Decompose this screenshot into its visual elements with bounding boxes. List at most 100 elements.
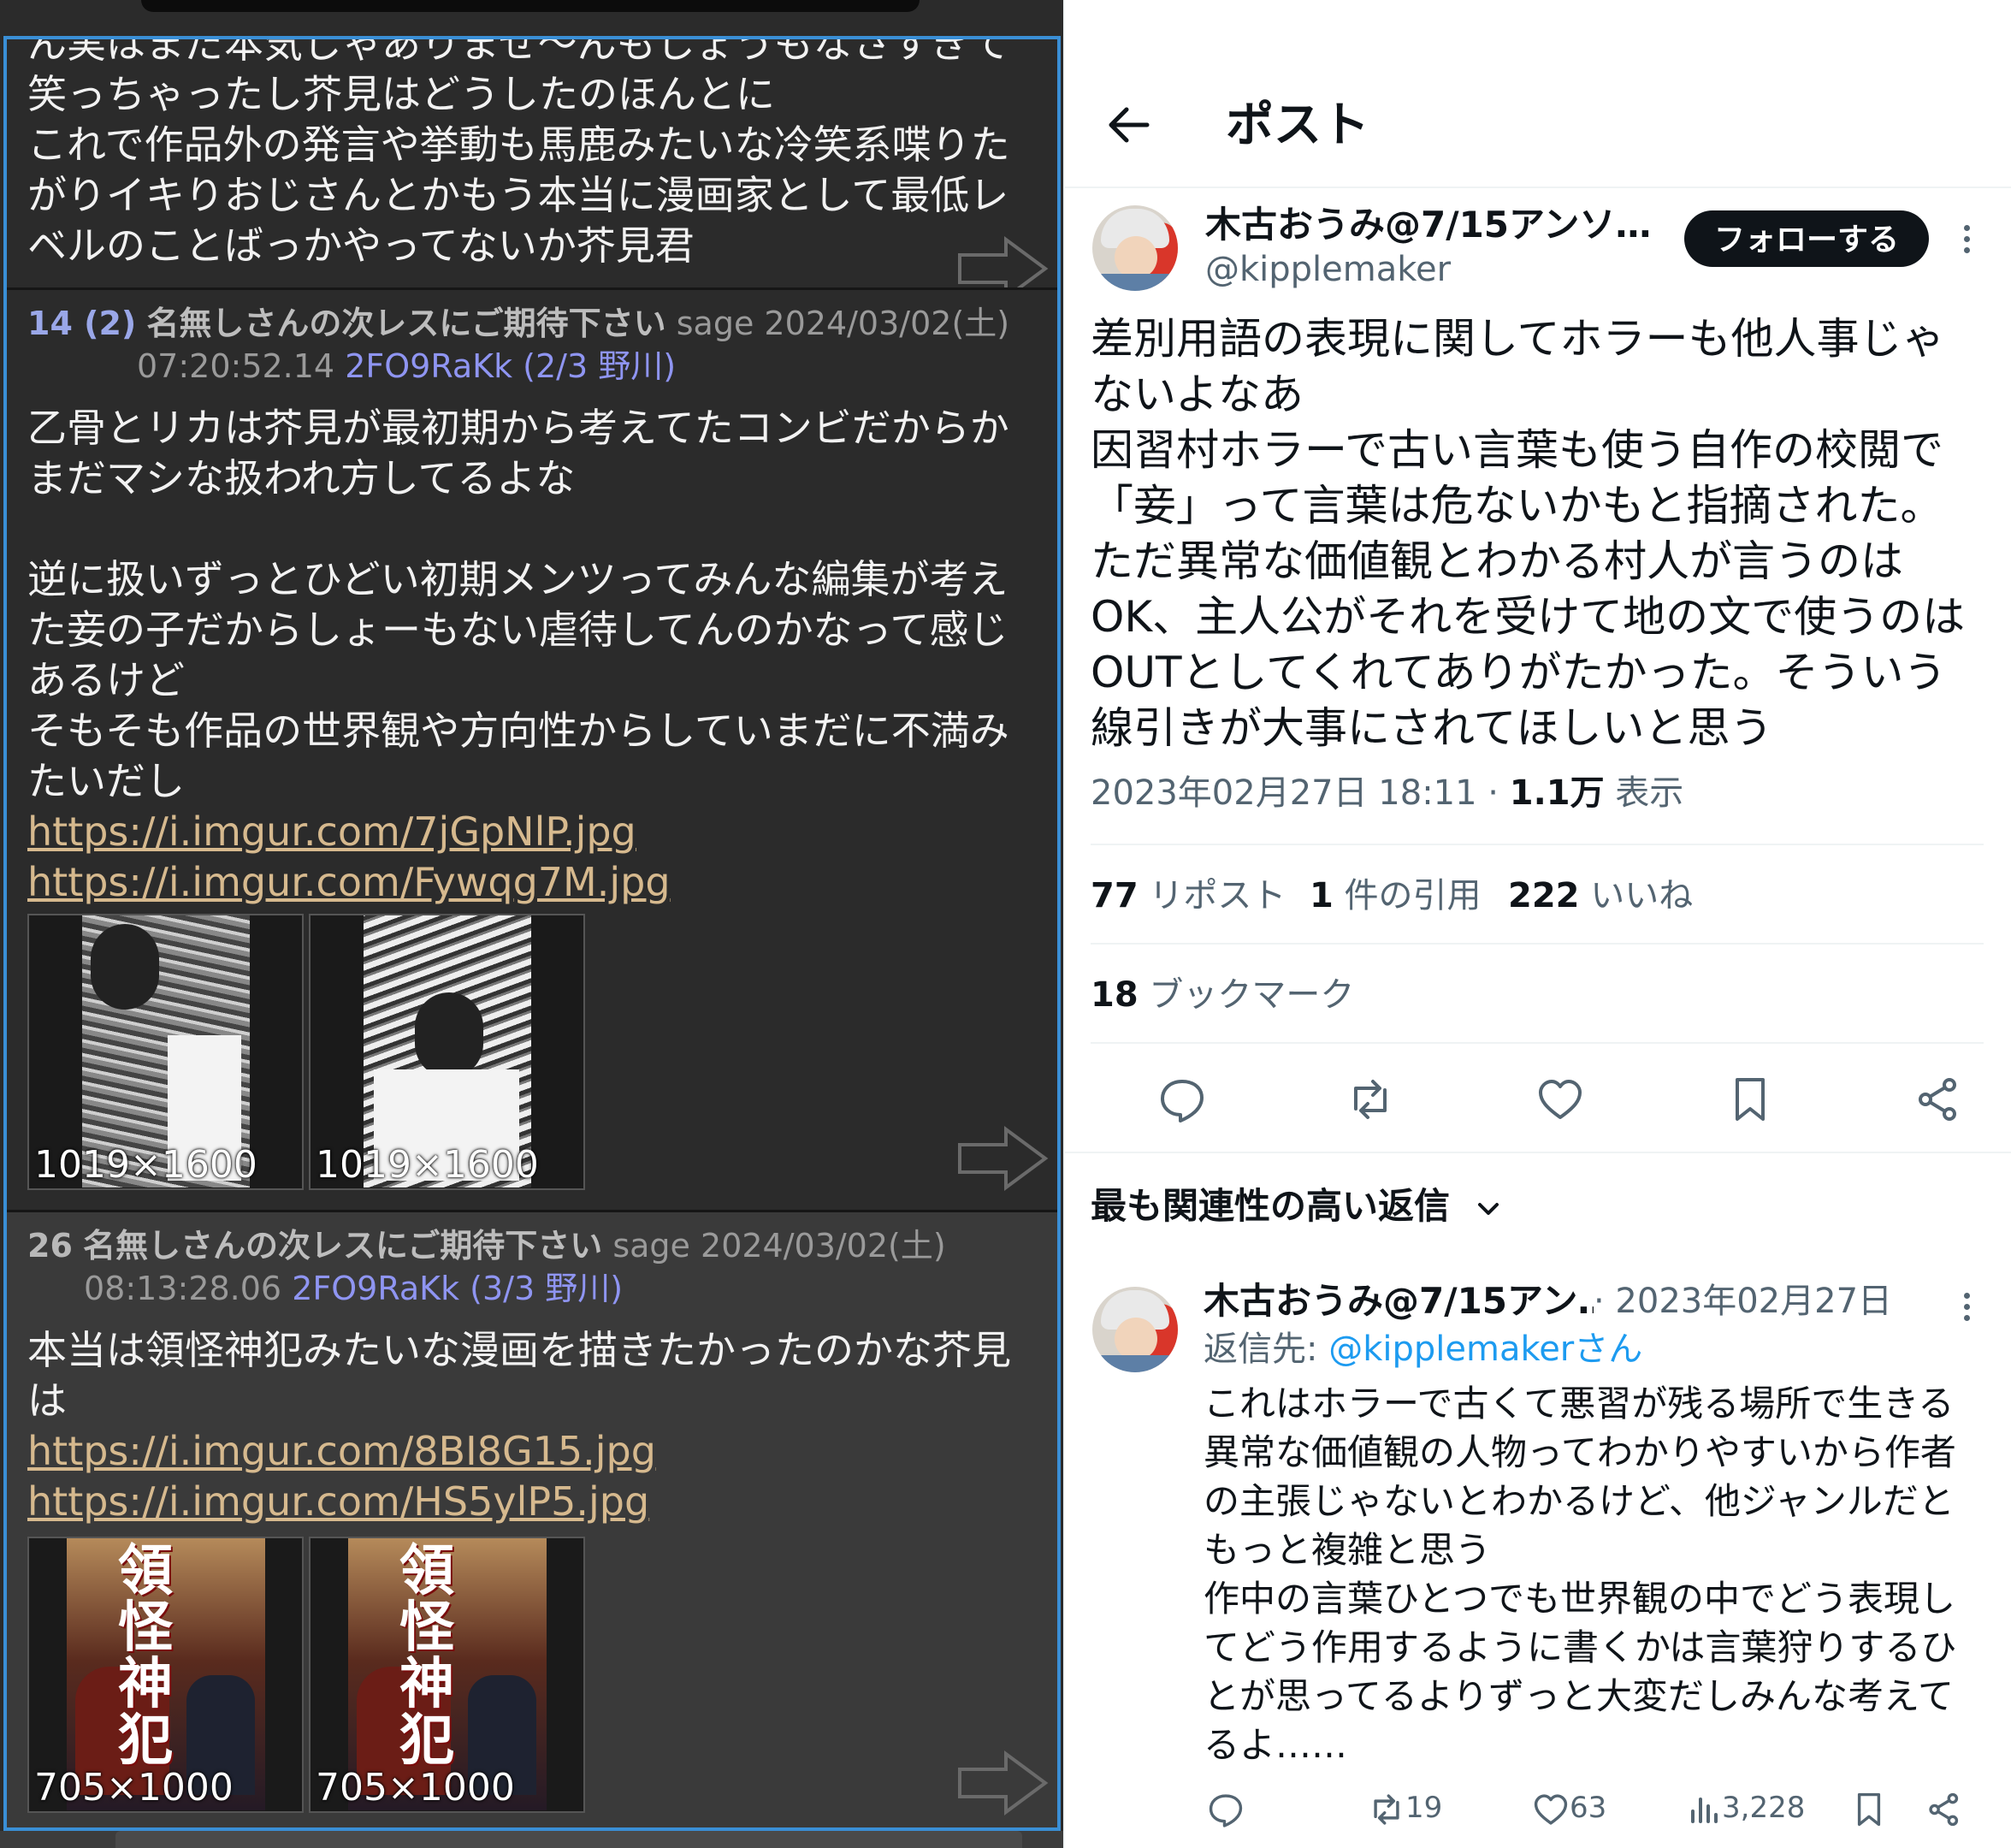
post-body: 乙骨とリカは芥見が最初期から考えてたコンビだからかまだマシな扱われ方してるよな … xyxy=(27,405,1009,804)
post-date: 2024/03/02(土) xyxy=(701,1227,946,1265)
image-link[interactable]: https://i.imgur.com/HS5ylP5.jpg xyxy=(27,1477,1037,1527)
tweet-timestamp[interactable]: 2023年02月27日 18:11 · xyxy=(1091,773,1510,813)
image-link[interactable]: https://i.imgur.com/8BI8G15.jpg xyxy=(27,1426,1037,1477)
avatar[interactable] xyxy=(1092,205,1178,291)
post-body: 本当は領怪神犯みたいな漫画を描きたかったのかな芥見は xyxy=(27,1327,1011,1424)
image-size: 705×1000 xyxy=(316,1766,515,1810)
bookmark-icon[interactable] xyxy=(1725,1075,1775,1124)
share-icon xyxy=(1929,1792,1959,1826)
tweet-text: 差別用語の表現に関してホラーも他人事じゃないよなあ 因習村ホラーで古い言葉も使う… xyxy=(1091,314,1966,753)
repost-label: リポスト xyxy=(1138,876,1286,915)
bookmark-stat[interactable]: 18 ブックマーク xyxy=(1091,972,1354,1018)
image-size: 1019×1600 xyxy=(316,1143,539,1187)
post-author: 名無しさんの次レスにご期待下さい xyxy=(146,305,666,342)
reply-text: これはホラーで古くて悪習が残る場所で生きる異常な価値観の人物ってわかりやすいから… xyxy=(1204,1383,1957,1766)
reply-repost-button[interactable]: 19 xyxy=(1368,1786,1442,1829)
reply-views-button[interactable]: 3,228 xyxy=(1688,1786,1805,1829)
divider xyxy=(1063,1152,2011,1153)
repost-count: 77 xyxy=(1091,876,1139,915)
image-size: 1019×1600 xyxy=(34,1143,257,1187)
post-id[interactable]: 2FO9RaKk (2/3 野川) xyxy=(345,347,676,385)
follow-button[interactable]: フォローする xyxy=(1684,210,1929,267)
reply-date[interactable]: · 2023年02月27日 xyxy=(1594,1280,1892,1323)
bbs-viewer: ん実はまだ本気じゃありませ〜んもしょうもなさすぎて笑っちゃったし芥見はどうしたの… xyxy=(0,0,1063,1848)
reply-view-count: 3,228 xyxy=(1722,1791,1806,1825)
bottom-tab-strip xyxy=(0,1831,1063,1848)
reply-to-handle[interactable]: @kipplemakerさん xyxy=(1328,1330,1642,1369)
analytics-icon xyxy=(1691,1797,1718,1823)
sort-label: 最も関連性の高い返信 xyxy=(1091,1185,1451,1227)
repost-stat[interactable]: 77 リポスト xyxy=(1091,873,1286,919)
repost-icon[interactable] xyxy=(1346,1075,1395,1124)
reply-to-label: 返信先: xyxy=(1204,1330,1329,1369)
chevron-down-icon xyxy=(1477,1202,1499,1215)
avatar[interactable] xyxy=(1092,1287,1178,1372)
reply-reply-button[interactable] xyxy=(1207,1786,1245,1829)
back-arrow-icon[interactable] xyxy=(1104,101,1152,149)
handle[interactable]: @kipplemaker xyxy=(1205,248,1451,291)
display-name[interactable]: 木古おうみ@7/15アンソ… xyxy=(1205,202,1667,248)
repost-icon xyxy=(1374,1793,1399,1825)
reply-to: 返信先: @kipplemakerさん xyxy=(1204,1326,1642,1372)
like-label: いいね xyxy=(1579,876,1694,915)
thread-scroll-area[interactable]: ん実はまだ本気じゃありませ〜んもしょうもなさすぎて笑っちゃったし芥見はどうしたの… xyxy=(3,36,1061,1831)
post-mail: sage xyxy=(612,1227,690,1265)
reply-icon xyxy=(1209,1793,1243,1827)
reply-like-button[interactable]: 63 xyxy=(1532,1786,1606,1829)
more-options-icon[interactable] xyxy=(1961,222,1972,260)
post-id[interactable]: 2FO9RaKk (3/3 野川) xyxy=(292,1270,623,1307)
image-thumbnail[interactable]: 領怪神犯 705×1000 xyxy=(27,1537,304,1813)
like-stat[interactable]: 222 いいね xyxy=(1508,873,1693,919)
image-thumbnail[interactable]: 1019×1600 xyxy=(27,914,304,1190)
post-mail: sage xyxy=(676,305,754,342)
image-size: 705×1000 xyxy=(34,1766,234,1810)
divider xyxy=(1063,187,2011,188)
arrow-right-icon[interactable] xyxy=(956,1126,1049,1191)
divider xyxy=(1091,844,1984,845)
reply-sort-dropdown[interactable]: 最も関連性の高い返信 xyxy=(1091,1182,1502,1230)
post-date: 2024/03/02(土) xyxy=(764,305,1010,342)
quote-label: 件の引用 xyxy=(1333,876,1482,915)
more-options-icon[interactable] xyxy=(1961,1290,1972,1328)
like-icon xyxy=(1534,1793,1568,1825)
bookmark-count: 18 xyxy=(1091,975,1139,1015)
post-header: 26 名無しさんの次レスにご期待下さい sage 2024/03/02(土) 0… xyxy=(27,1212,1037,1310)
reply-repost-count: 19 xyxy=(1405,1791,1443,1825)
post-partial: ん実はまだ本気じゃありませ〜んもしょうもなさすぎて笑っちゃったし芥見はどうしたの… xyxy=(7,36,1057,274)
reply-bookmark-button[interactable] xyxy=(1850,1786,1888,1829)
reply-share-button[interactable] xyxy=(1925,1786,1963,1829)
page-title: ポスト xyxy=(1226,98,1369,153)
divider xyxy=(1091,1042,1984,1044)
post-time: 07:20:52.14 xyxy=(137,347,335,385)
reply-icon[interactable] xyxy=(1157,1075,1207,1124)
post-number[interactable]: 14 (2) xyxy=(27,305,136,342)
share-icon[interactable] xyxy=(1913,1075,1963,1124)
reply-display-name[interactable]: 木古おうみ@7/15アン… xyxy=(1204,1278,1594,1324)
post-number[interactable]: 26 xyxy=(27,1227,73,1265)
image-link[interactable]: https://i.imgur.com/Fywqg7M.jpg xyxy=(27,857,1037,908)
x-post-view: ポスト 木古おうみ@7/15アンソ… @kipplemaker フォローする 差… xyxy=(1063,0,2011,1848)
bookmark-label: ブックマーク xyxy=(1138,975,1355,1015)
panel-border xyxy=(1063,0,1065,1848)
view-count: 1.1万 xyxy=(1509,773,1605,813)
tweet-meta: 2023年02月27日 18:11 · 1.1万 表示 xyxy=(1091,770,1683,816)
cover-title: 領怪神犯 xyxy=(399,1539,454,1773)
reply-like-count: 63 xyxy=(1570,1791,1607,1825)
status-bar-notch xyxy=(141,0,920,12)
bottom-tab[interactable] xyxy=(115,1831,1022,1848)
post-time: 08:13:28.06 xyxy=(84,1270,282,1307)
image-link[interactable]: https://i.imgur.com/7jGpNlP.jpg xyxy=(27,807,1037,857)
view-label: 表示 xyxy=(1604,773,1684,813)
divider xyxy=(1091,943,1984,945)
like-icon[interactable] xyxy=(1535,1075,1585,1124)
image-thumbnail[interactable]: 領怪神犯 705×1000 xyxy=(309,1537,585,1813)
arrow-right-icon[interactable] xyxy=(956,1750,1049,1815)
post-body: ん実はまだ本気じゃありませ〜んもしょうもなさすぎて笑っちゃったし芥見はどうしたの… xyxy=(27,36,1010,269)
quote-stat[interactable]: 1 件の引用 xyxy=(1310,873,1482,919)
image-thumbnail[interactable]: 1019×1600 xyxy=(309,914,585,1190)
post-header: 14 (2) 名無しさんの次レスにご期待下さい sage 2024/03/02(… xyxy=(27,290,1037,388)
cover-title: 領怪神犯 xyxy=(118,1539,173,1773)
bookmark-icon xyxy=(1857,1792,1881,1826)
post-author: 名無しさんの次レスにご期待下さい xyxy=(82,1227,603,1265)
like-count: 222 xyxy=(1508,876,1580,915)
